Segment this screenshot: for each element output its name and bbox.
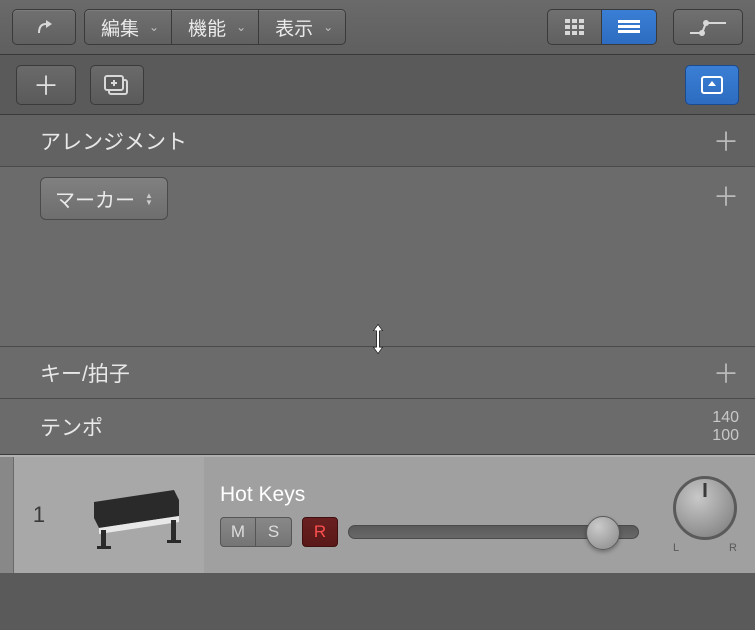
track-drag-handle[interactable] xyxy=(0,457,14,573)
solo-button[interactable]: S xyxy=(256,517,292,547)
track-controls-area: Hot Keys M S R xyxy=(204,457,655,573)
add-track-button[interactable]: ＋ xyxy=(16,65,76,105)
list-icon xyxy=(617,19,641,35)
track-number[interactable]: 1 xyxy=(14,457,64,573)
grid-icon xyxy=(564,18,586,36)
automation-icon xyxy=(688,17,728,37)
menu-label: 表示 xyxy=(275,14,313,41)
edit-menu[interactable]: 編集 ⌄ xyxy=(84,9,172,45)
mute-button[interactable]: M xyxy=(220,517,256,547)
record-enable-button[interactable]: R xyxy=(302,517,338,547)
grid-view-button[interactable] xyxy=(547,9,602,45)
track-name-label[interactable]: Hot Keys xyxy=(220,483,639,507)
pan-right-label: R xyxy=(729,542,737,554)
curve-up-icon xyxy=(34,17,54,37)
chevron-down-icon: ⌄ xyxy=(236,20,246,34)
tempo-label: テンポ xyxy=(40,412,712,442)
functions-menu[interactable]: 機能 ⌄ xyxy=(172,9,259,45)
tempo-low-value: 100 xyxy=(712,427,739,445)
view-mode-group xyxy=(547,9,657,45)
track-toolbar: ＋ xyxy=(0,55,755,115)
arrangement-label: アレンジメント xyxy=(40,126,713,156)
add-arrangement-button[interactable]: ＋ xyxy=(713,122,739,159)
add-key-time-button[interactable]: ＋ xyxy=(713,354,739,391)
arrangement-track-header[interactable]: アレンジメント ＋ xyxy=(0,115,755,167)
duplicate-icon xyxy=(103,74,131,96)
resize-vertical-icon xyxy=(364,323,392,355)
pan-lr-labels: L R xyxy=(673,542,737,554)
electric-piano-icon xyxy=(79,480,189,550)
plus-icon: ＋ xyxy=(33,66,59,103)
track-button-row: M S R xyxy=(220,517,639,547)
tempo-range: 140 100 xyxy=(712,409,739,445)
tempo-track-header[interactable]: テンポ 140 100 xyxy=(0,399,755,455)
track-instrument-icon[interactable] xyxy=(64,457,204,573)
view-menu[interactable]: 表示 ⌄ xyxy=(259,9,346,45)
mute-solo-group: M S xyxy=(220,517,292,547)
pan-control-area: L R xyxy=(655,457,755,573)
pointer-tool-button[interactable] xyxy=(12,9,76,45)
automation-button[interactable] xyxy=(673,9,743,45)
duplicate-track-button[interactable] xyxy=(90,65,144,105)
menu-label: 機能 xyxy=(188,14,226,41)
menu-group: 編集 ⌄ 機能 ⌄ 表示 ⌄ xyxy=(84,9,346,45)
stepper-icon: ▲▼ xyxy=(145,192,153,206)
global-tracks-section: アレンジメント ＋ マーカー ▲▼ ＋ キー/拍子 ＋ テンポ 140 100 xyxy=(0,115,755,455)
volume-slider-thumb[interactable] xyxy=(586,516,620,550)
pan-left-label: L xyxy=(673,542,679,554)
marker-label: マーカー xyxy=(55,184,135,213)
add-marker-button[interactable]: ＋ xyxy=(713,177,739,214)
volume-slider[interactable] xyxy=(348,525,639,539)
list-view-button[interactable] xyxy=(602,9,657,45)
track-strip: 1 Hot Keys M S R L R xyxy=(0,455,755,573)
key-time-label: キー/拍子 xyxy=(40,358,713,388)
marker-type-selector[interactable]: マーカー ▲▼ xyxy=(40,177,168,220)
menu-label: 編集 xyxy=(101,14,139,41)
resize-vertical-cursor[interactable] xyxy=(364,323,392,360)
marker-track-area[interactable]: マーカー ▲▼ ＋ xyxy=(0,167,755,347)
main-toolbar: 編集 ⌄ 機能 ⌄ 表示 ⌄ xyxy=(0,0,755,55)
panel-collapse-icon xyxy=(700,75,724,95)
pan-knob[interactable] xyxy=(673,476,737,540)
tempo-high-value: 140 xyxy=(712,409,739,427)
chevron-down-icon: ⌄ xyxy=(323,20,333,34)
global-tracks-toggle[interactable] xyxy=(685,65,739,105)
chevron-down-icon: ⌄ xyxy=(149,20,159,34)
